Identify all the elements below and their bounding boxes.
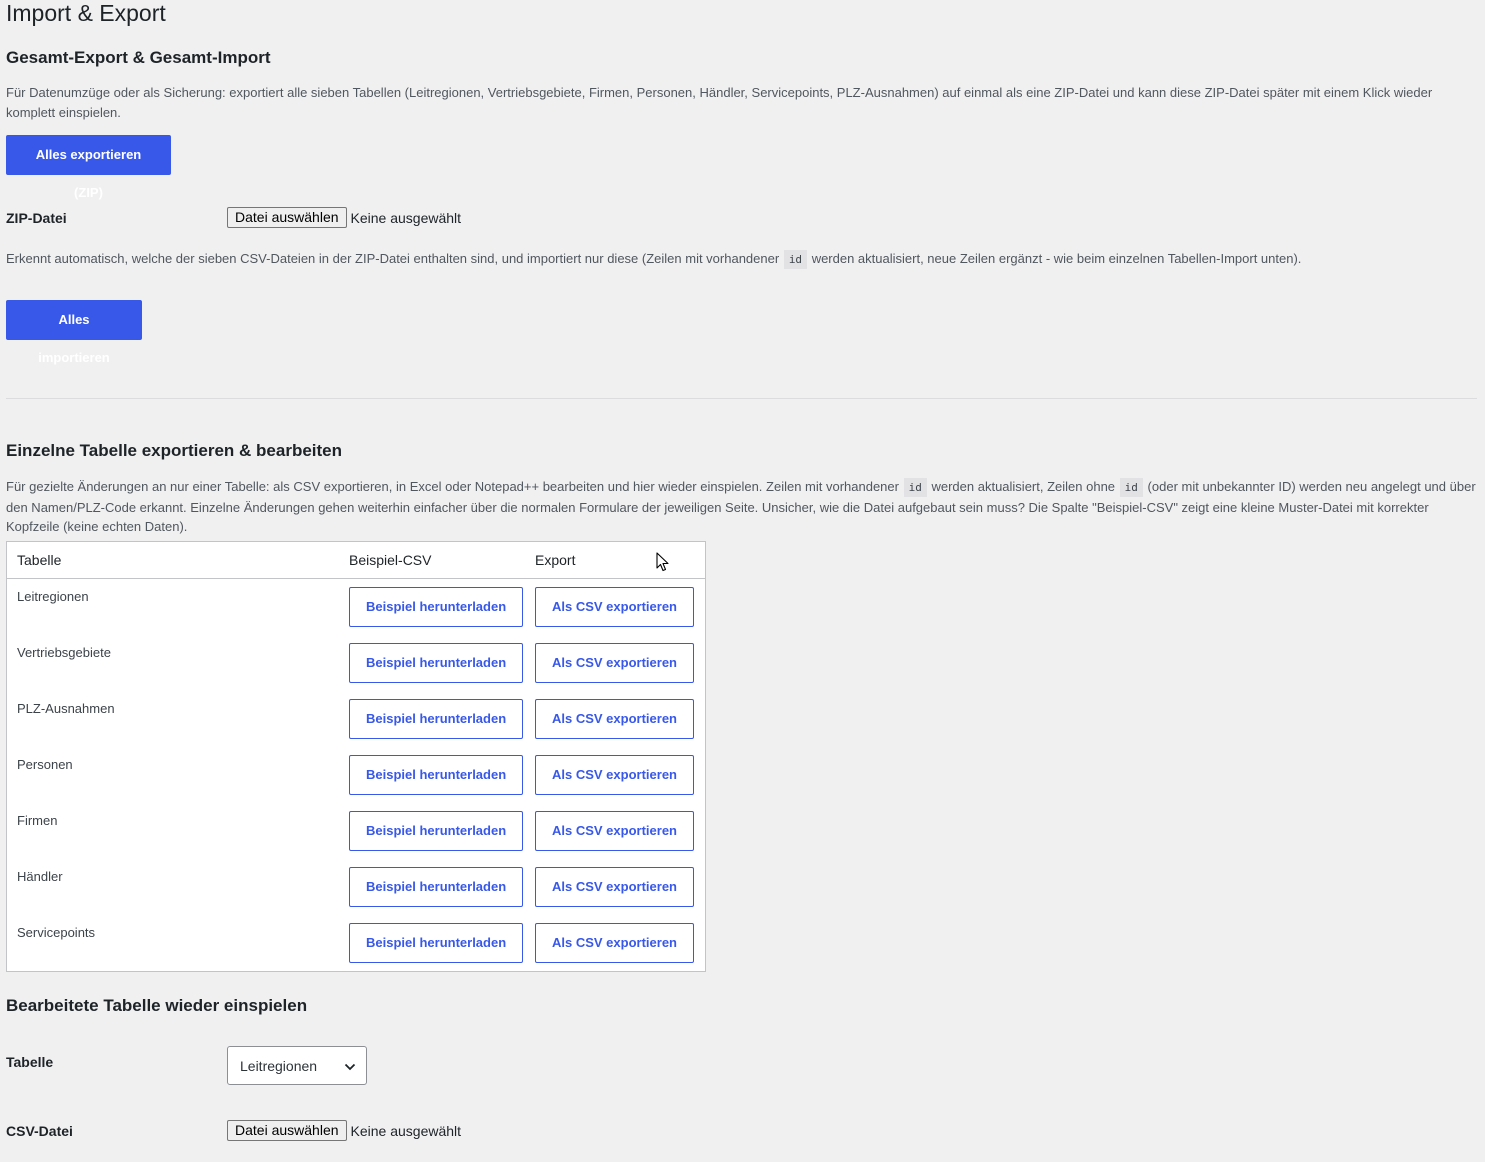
download-example-button[interactable]: Beispiel herunterladen	[349, 867, 524, 907]
row-name: Händler	[17, 869, 63, 884]
row-name: Servicepoints	[17, 925, 96, 940]
download-example-button[interactable]: Beispiel herunterladen	[349, 643, 524, 683]
table-select-row: Tabelle Leitregionen	[6, 1046, 367, 1085]
row-name: Leitregionen	[17, 589, 89, 604]
table-select-value: Leitregionen	[240, 1057, 318, 1074]
download-example-button[interactable]: Beispiel herunterladen	[349, 587, 524, 627]
zip-file-row: ZIP-Datei Datei auswählen Keine ausgewäh…	[6, 207, 461, 228]
zip-file-input[interactable]: Datei auswählen Keine ausgewählt	[227, 207, 461, 228]
table-row: Händler Beispiel herunterladen Als CSV e…	[7, 859, 705, 915]
column-header-export: Export	[535, 552, 576, 568]
single-desc-text-1: Für gezielte Änderungen an nur einer Tab…	[6, 479, 899, 494]
single-desc-code-2: id	[1119, 478, 1143, 497]
zip-file-choose-button[interactable]: Datei auswählen	[227, 207, 347, 228]
zip-file-label: ZIP-Datei	[6, 209, 67, 226]
csv-file-label: CSV-Datei	[6, 1122, 73, 1139]
export-csv-button[interactable]: Als CSV exportieren	[535, 755, 694, 795]
download-example-button[interactable]: Beispiel herunterladen	[349, 811, 524, 851]
download-example-button[interactable]: Beispiel herunterladen	[349, 755, 524, 795]
zip-import-note-code: id	[783, 250, 808, 269]
csv-file-input[interactable]: Datei auswählen Keine ausgewählt	[227, 1120, 461, 1141]
single-desc-text-2: werden aktualisiert, Zeilen ohne	[931, 479, 1116, 494]
download-example-button[interactable]: Beispiel herunterladen	[349, 699, 524, 739]
table-row: Personen Beispiel herunterladen Als CSV …	[7, 747, 705, 803]
table-row: PLZ-Ausnahmen Beispiel herunterladen Als…	[7, 691, 705, 747]
section-divider	[6, 398, 1477, 399]
full-export-heading: Gesamt-Export & Gesamt-Import	[6, 48, 271, 67]
single-table-description: Für gezielte Änderungen an nur einer Tab…	[6, 477, 1476, 537]
csv-file-status: Keine ausgewählt	[350, 1122, 462, 1139]
column-header-tabelle: Tabelle	[17, 552, 62, 568]
csv-file-choose-button[interactable]: Datei auswählen	[227, 1120, 347, 1141]
export-csv-button[interactable]: Als CSV exportieren	[535, 699, 694, 739]
zip-import-note-text-2: werden aktualisiert, neue Zeilen ergänzt…	[811, 251, 1302, 266]
table-row: Vertriebsgebiete Beispiel herunterladen …	[7, 635, 705, 691]
export-csv-button[interactable]: Als CSV exportieren	[535, 923, 694, 963]
single-table-heading: Einzelne Tabelle exportieren & bearbeite…	[6, 441, 343, 460]
import-all-button[interactable]: Alles importieren	[6, 300, 142, 365]
full-export-description: Für Datenumzüge oder als Sicherung: expo…	[6, 85, 1433, 120]
export-csv-button[interactable]: Als CSV exportieren	[535, 867, 694, 907]
chevron-down-icon	[344, 1058, 356, 1074]
row-name: Firmen	[17, 813, 58, 828]
download-example-button[interactable]: Beispiel herunterladen	[349, 923, 524, 963]
tables-export-table: Tabelle Beispiel-CSV Export Leitregionen…	[6, 541, 706, 972]
table-header: Tabelle Beispiel-CSV Export	[7, 542, 705, 579]
row-name: Personen	[17, 757, 73, 772]
column-header-beispiel-csv: Beispiel-CSV	[349, 552, 432, 568]
table-select[interactable]: Leitregionen	[227, 1046, 367, 1085]
table-select-label: Tabelle	[6, 1054, 54, 1070]
table-row: Leitregionen Beispiel herunterladen Als …	[7, 579, 705, 635]
table-row: Firmen Beispiel herunterladen Als CSV ex…	[7, 803, 705, 859]
export-all-zip-button[interactable]: Alles exportieren (ZIP)	[6, 135, 171, 200]
reimport-heading: Bearbeitete Tabelle wieder einspielen	[6, 996, 308, 1015]
zip-file-status: Keine ausgewählt	[350, 209, 462, 226]
export-csv-button[interactable]: Als CSV exportieren	[535, 587, 694, 627]
single-desc-code-1: id	[903, 478, 927, 497]
row-name: PLZ-Ausnahmen	[17, 701, 115, 716]
csv-file-row: CSV-Datei Datei auswählen Keine ausgewäh…	[6, 1120, 461, 1141]
page-title: Import & Export	[6, 0, 166, 26]
mouse-pointer-icon	[656, 552, 670, 577]
zip-import-note: Erkennt automatisch, welche der sieben C…	[6, 249, 1476, 270]
row-name: Vertriebsgebiete	[17, 645, 111, 660]
export-csv-button[interactable]: Als CSV exportieren	[535, 811, 694, 851]
zip-import-note-text-1: Erkennt automatisch, welche der sieben C…	[6, 251, 780, 266]
export-csv-button[interactable]: Als CSV exportieren	[535, 643, 694, 683]
table-row: Servicepoints Beispiel herunterladen Als…	[7, 915, 705, 971]
